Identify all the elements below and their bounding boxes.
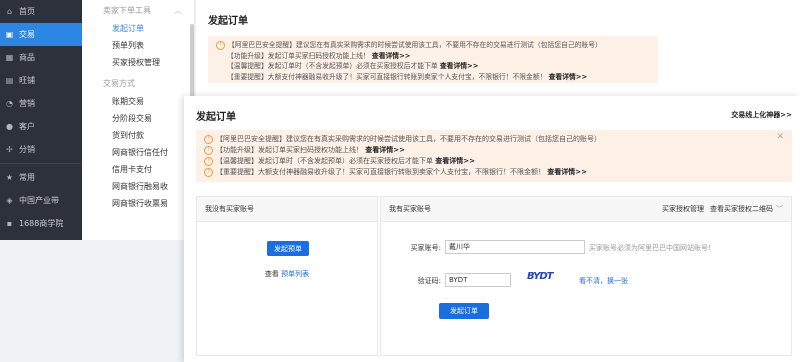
sidebar-item-label: 旺铺 — [19, 76, 35, 85]
close-icon[interactable]: ✕ — [776, 132, 784, 143]
notice-box: ! 【阿里巴巴安全提醒】建议您在有真实采购需求的时候尝试使用该工具，不要用不存在的… — [208, 36, 658, 83]
sidebar-item[interactable]: ▣ 交易 — [0, 23, 82, 46]
submenu-group-trade-methods: 交易方式 — [82, 73, 194, 93]
sidebar-item[interactable]: ⌂ 首页 — [0, 0, 82, 23]
marketing-icon: ◔ — [6, 99, 13, 108]
chevron-down-icon[interactable]: ﹀ — [776, 204, 783, 214]
buyer-account-label: 买家账号: — [410, 244, 441, 252]
info-icon: ! — [204, 156, 213, 166]
details-link[interactable]: 查看详情>> — [372, 52, 411, 60]
submenu-group-seller-tools[interactable]: 卖家下单工具 ︿ — [82, 0, 194, 20]
sidebar-item[interactable]: ✢ 分销 — [0, 138, 82, 161]
buyer-account-input[interactable]: 戴川华 — [445, 240, 585, 254]
sidebar-divider — [0, 163, 82, 164]
sidebar-item[interactable]: ◔ 营销 — [0, 92, 82, 115]
modal-title: 发起订单 — [196, 112, 236, 123]
refresh-captcha-link[interactable]: 看不清，换一张 — [579, 276, 628, 286]
details-link[interactable]: 查看详情>> — [365, 146, 405, 154]
panel-header: 我有买家账号 买家授权管理 查看买家授权二维码 ﹀ — [381, 197, 791, 222]
submenu-item-credit-term[interactable]: 账期交易 — [82, 93, 194, 110]
details-link[interactable]: 查看详情>> — [440, 62, 479, 70]
submenu-item-credit-card[interactable]: 信用卡支付 — [82, 161, 194, 178]
buyer-auth-qr-link[interactable]: 查看买家授权二维码 — [710, 204, 773, 214]
submenu-item-staged-trade[interactable]: 分阶段交易 — [82, 110, 194, 127]
grid-icon: ▦ — [5, 53, 14, 62]
sidebar-item-label: 1688商学院 — [19, 219, 64, 228]
distribution-icon: ✢ — [6, 145, 13, 154]
shop-icon: ▤ — [5, 76, 14, 85]
buyer-auth-manage-link[interactable]: 买家授权管理 — [662, 204, 704, 214]
modal-notice-box: ✕ ! 【阿里巴巴安全提醒】建议您在有真实采购需求的时候尝试使用该工具，不要用不存… — [196, 130, 792, 182]
preorder-list-link[interactable]: 预单列表 — [281, 270, 309, 278]
page-title: 发起订单 — [208, 16, 248, 27]
panel-header: 我没有买家账号 — [197, 197, 377, 222]
info-icon: ! — [204, 167, 213, 177]
submenu-group-title: 卖家下单工具 — [103, 5, 151, 15]
sidebar-item-label: 首页 — [19, 7, 35, 16]
trade-tool-link[interactable]: 交易线上化神器>> — [731, 110, 792, 120]
background-page: 发起订单 ! 【阿里巴巴安全提醒】建议您在有真实采购需求的时候尝试使用该工具，不要… — [196, 0, 800, 100]
notice-line: ! 【阿里巴巴安全提醒】建议您在有真实采购需求的时候尝试使用该工具，不要用不存在的… — [216, 40, 650, 51]
submenu-item-cod[interactable]: 货到付款 — [82, 127, 194, 144]
submenu-item-create-order[interactable]: 发起订单 — [82, 20, 194, 37]
sidebar-item-label: 交易 — [19, 30, 35, 39]
notice-line: 【温馨提醒】发起订单时（不含发起预单）必须在买家授权后才能下单 查看详情>> — [227, 62, 479, 70]
notice-line: ! 【温馨提醒】发起订单时（不含发起预单）必须在买家授权后才能下单 查看详情>> — [204, 156, 784, 167]
panel-header-title: 我有买家账号 — [389, 205, 431, 213]
info-icon: ! — [204, 145, 213, 155]
sidebar-item-label: 分销 — [19, 145, 35, 154]
submenu-item-preorder-list[interactable]: 预单列表 — [82, 37, 194, 54]
notice-line: 【功能升级】发起订单买家扫码授权功能上线！ 查看详情>> — [227, 51, 411, 60]
info-icon: ! — [204, 134, 213, 144]
sidebar-item-label: 营销 — [19, 99, 35, 108]
clipboard-icon: ▣ — [5, 30, 14, 39]
details-link[interactable]: 查看详情>> — [435, 157, 475, 165]
sidebar-item[interactable]: ▦ 商品 — [0, 46, 82, 69]
no-account-panel: 我没有买家账号 发起预单 查看 预单列表 — [196, 196, 378, 356]
submenu-item-shoupiaoyi[interactable]: 网商银行收票易 — [82, 195, 194, 212]
create-preorder-button[interactable]: 发起预单 — [267, 241, 309, 256]
chevron-up-icon[interactable]: ︿ — [174, 5, 182, 16]
customer-icon: ● — [6, 122, 13, 131]
main-sidebar: ⌂ 首页 ▣ 交易 ▦ 商品 ▤ 旺铺 ◔ 营销 ● 客户 ✢ 分销 ★ 常用 ◈ 中国产业带 ▪ 1688商学院 — [0, 0, 82, 240]
sidebar-item[interactable]: ◈ 中国产业带 — [0, 189, 82, 212]
submenu-scrollbar[interactable] — [190, 24, 194, 100]
details-link[interactable]: 查看详情>> — [547, 168, 587, 176]
buyer-account-hint: 买家账号必须为阿里巴巴中国网站账号! — [589, 244, 711, 252]
sidebar-item[interactable]: ★ 常用 — [0, 166, 82, 189]
notice-line: ! 【阿里巴巴安全提醒】建议您在有真实采购需求的时候尝试使用该工具，不要用不存在的… — [204, 134, 784, 145]
captcha-image[interactable]: BYDT — [527, 271, 553, 282]
home-icon: ⌂ — [6, 7, 13, 16]
captcha-label: 验证码: — [417, 277, 441, 285]
view-preorder-line: 查看 预单列表 — [264, 270, 310, 278]
sidebar-item[interactable]: ▪ 1688商学院 — [0, 212, 82, 235]
submenu-item-trust-pay[interactable]: 网商银行信任付 — [82, 144, 194, 161]
notice-line: 【重要提醒】大额支付神器融易收升级了！买家可直接银行转账到卖家个人支付宝，不限银… — [227, 72, 588, 81]
academy-icon: ▪ — [6, 219, 13, 228]
captcha-input[interactable]: BYDT — [445, 273, 511, 287]
submit-order-button[interactable]: 发起订单 — [439, 303, 489, 319]
notice-line: ! 【重要提醒】大额支付神器融易收升级了！买家可直接银行转账到卖家个人支付宝，不限… — [204, 167, 784, 178]
has-account-panel: 我有买家账号 买家授权管理 查看买家授权二维码 ﹀ 买家账号: 戴川华 买家账号… — [380, 196, 792, 356]
order-panels: 我没有买家账号 发起预单 查看 预单列表 我有买家账号 买家授权管理 查看买家授… — [196, 196, 792, 356]
submenu-item-rongyishou[interactable]: 网商银行融易收 — [82, 178, 194, 195]
sidebar-item[interactable]: ▤ 旺铺 — [0, 69, 82, 92]
shield-icon: ◈ — [6, 196, 13, 205]
submenu-group-title: 交易方式 — [103, 78, 135, 88]
star-icon: ★ — [5, 173, 14, 182]
sidebar-item-label: 客户 — [19, 122, 35, 131]
submenu-item-buyer-auth[interactable]: 买家授权管理 — [82, 54, 194, 71]
sidebar-item-label: 中国产业带 — [19, 196, 59, 205]
sidebar-item-label: 商品 — [19, 53, 35, 62]
sidebar-item-label: 常用 — [19, 173, 35, 182]
notice-line: ! 【功能升级】发起订单买家扫码授权功能上线！ 查看详情>> — [204, 145, 784, 156]
panel-header-actions: 买家授权管理 查看买家授权二维码 ﹀ — [656, 197, 783, 221]
info-icon: ! — [216, 40, 225, 50]
sidebar-item[interactable]: ● 客户 — [0, 115, 82, 138]
sub-menu: 卖家下单工具 ︿ 发起订单 预单列表 买家授权管理 交易方式 账期交易 分阶段交… — [82, 0, 195, 240]
create-order-modal: 发起订单 交易线上化神器>> ✕ ! 【阿里巴巴安全提醒】建议您在有真实采购需求的… — [184, 96, 800, 362]
details-link[interactable]: 查看详情>> — [549, 73, 588, 81]
